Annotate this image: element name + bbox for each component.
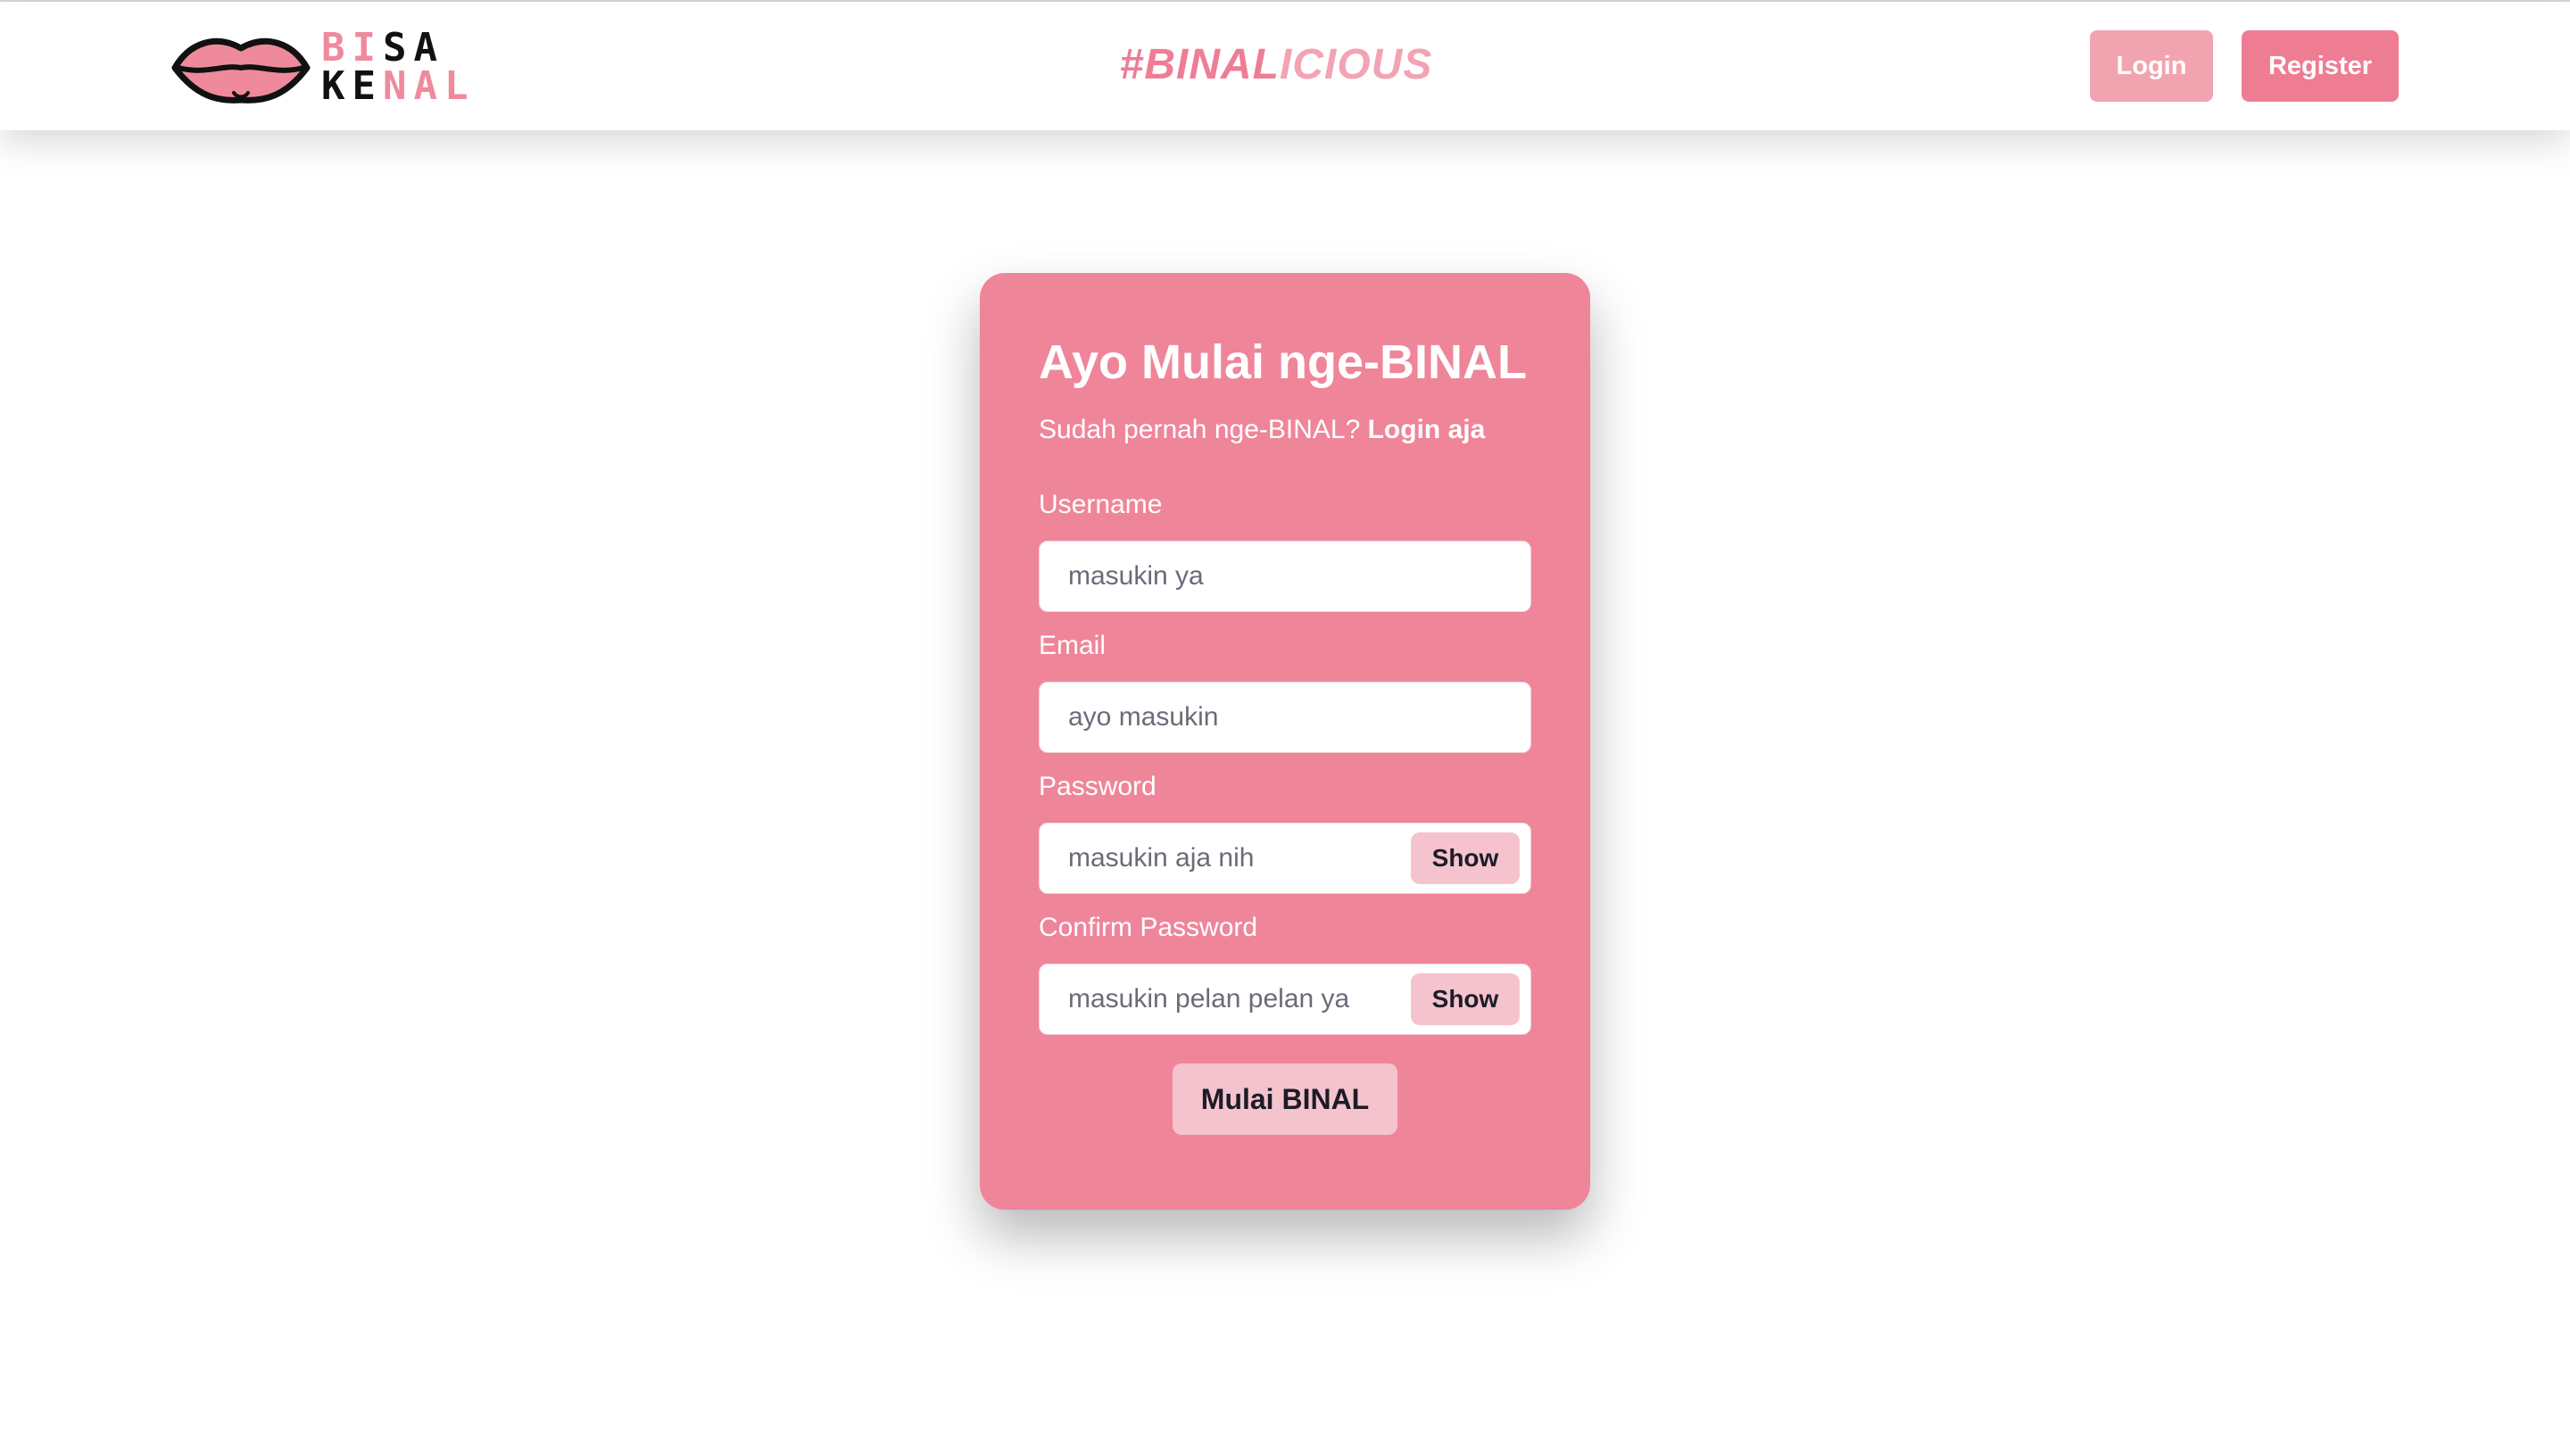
logo-text-nal: NAL [382, 63, 476, 109]
site-logo[interactable]: BISA KENAL [170, 29, 468, 106]
nav-register-button[interactable]: Register [2242, 30, 2399, 102]
email-label: Email [1039, 631, 1107, 660]
logo-text-ke: KE [321, 63, 383, 109]
form-subtitle: Sudah pernah nge-BINAL? Login aja [1039, 412, 1531, 448]
brand-tagline: #BINALICIOUS [1053, 34, 1499, 96]
email-field-wrapper [1039, 682, 1531, 753]
login-link[interactable]: Login aja [1368, 415, 1486, 444]
password-label: Password [1039, 772, 1156, 801]
tagline-part-1: #BINAL [1119, 41, 1280, 88]
password-show-button[interactable]: Show [1411, 832, 1520, 884]
confirm-password-show-button[interactable]: Show [1411, 973, 1520, 1025]
username-field-wrapper [1039, 541, 1531, 612]
logo-wordmark: BISA KENAL [321, 29, 468, 106]
register-card: Ayo Mulai nge-BINAL Sudah pernah nge-BIN… [980, 273, 1590, 1210]
submit-button[interactable]: Mulai BINAL [1173, 1063, 1397, 1135]
password-field-wrapper: Show [1039, 823, 1531, 894]
form-title: Ayo Mulai nge-BINAL [1039, 335, 1527, 389]
username-input[interactable] [1040, 542, 1530, 611]
email-input[interactable] [1040, 682, 1530, 752]
lips-icon [171, 37, 311, 103]
tagline-part-2: ICIOUS [1279, 41, 1433, 88]
username-label: Username [1039, 490, 1163, 519]
submit-row: Mulai BINAL [1039, 1063, 1531, 1135]
nav-login-button[interactable]: Login [2090, 30, 2213, 102]
form-subtitle-text: Sudah pernah nge-BINAL? [1039, 415, 1361, 444]
navbar: BISA KENAL #BINALICIOUS Login Register [0, 2, 2570, 130]
confirm-password-field-wrapper: Show [1039, 964, 1531, 1035]
confirm-password-label: Confirm Password [1039, 913, 1258, 942]
